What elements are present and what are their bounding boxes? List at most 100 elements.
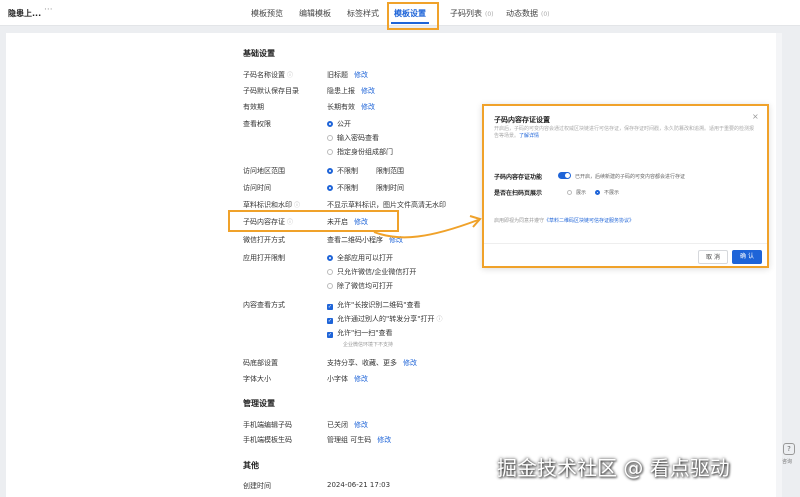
more-icon[interactable]: ···: [44, 5, 53, 15]
view-opt-forward[interactable]: ✓ 允许通过别人的"转发分享"打开 ⓘ: [327, 314, 442, 324]
edit-mobile-edit-link[interactable]: 修改: [354, 421, 368, 429]
app-opt-all[interactable]: 全部应用可以打开: [327, 253, 393, 263]
field-label: 创建时间: [243, 482, 271, 490]
option-text: 公开: [337, 120, 351, 128]
field-label: 子码内容存证 ⓘ: [243, 217, 293, 227]
confirm-button[interactable]: 确 认: [732, 250, 762, 264]
evidence-settings-dialog: 子码内容存证设置 × 开启后，子码的可变内容会通过权威区块链进行可信存证，保存存…: [482, 104, 769, 268]
agreement-link[interactable]: 《草料二维码区块链可信存证服务协议》: [544, 218, 634, 224]
radio-icon: [327, 269, 333, 275]
edit-footer-link[interactable]: 修改: [403, 359, 417, 367]
arrow-annotation-icon: [373, 215, 482, 239]
radio-icon: [567, 190, 572, 195]
option-text: 允许"扫一扫"查看: [337, 329, 393, 337]
dialog-divider: [484, 243, 767, 244]
option-text: 只允许微信/企业微信打开: [337, 268, 417, 276]
field-value: 长期有效 修改: [327, 102, 375, 112]
tab-count: (0): [485, 11, 494, 18]
help-icon[interactable]: ⓘ: [436, 316, 442, 323]
consult-label[interactable]: 咨询: [782, 458, 792, 465]
perm-opt-group[interactable]: 指定身份组成部门: [327, 147, 393, 157]
show-opt-yes[interactable]: 展示: [567, 189, 586, 196]
section-manage-title: 管理设置: [243, 399, 275, 408]
option-text: 指定身份组成部门: [337, 148, 393, 156]
label-text: 子码名称设置: [243, 71, 285, 79]
radio-icon: [327, 283, 333, 289]
radio-icon: [327, 168, 333, 174]
tab-sub-list[interactable]: 子码列表 (0): [450, 8, 494, 19]
tab-count: (0): [541, 11, 550, 18]
edit-dir-link[interactable]: 修改: [361, 87, 375, 95]
option-text: 限制范围: [376, 167, 404, 175]
time-opt-unlimited[interactable]: 不限制: [327, 183, 358, 193]
created-time: 2024-06-21 17:03: [327, 481, 391, 489]
field-label: 字体大小: [243, 375, 271, 383]
option-text: 允许通过别人的"转发分享"打开: [337, 315, 435, 323]
dialog-title: 子码内容存证设置: [494, 116, 550, 124]
tab-label: 编辑模板: [299, 9, 331, 18]
field-value: 支持分享、收藏、更多 修改: [327, 358, 417, 368]
time-opt-limited[interactable]: 限制时间: [376, 183, 404, 193]
field-label: 访问地区范围: [243, 167, 285, 175]
field-label: 内容查看方式: [243, 301, 285, 309]
tab-label-style[interactable]: 标签样式: [347, 8, 379, 19]
region-opt-unlimited[interactable]: 不限制: [327, 166, 358, 176]
field-value: 已关闭 修改: [327, 420, 368, 430]
option-text: 不限制: [337, 167, 358, 175]
field-label: 有效期: [243, 103, 264, 111]
field-label: 子码名称设置 ⓘ: [243, 70, 293, 80]
value-text: 旧标题: [327, 71, 348, 79]
value-text: 隐患上报: [327, 87, 355, 95]
help-icon[interactable]: ⓘ: [287, 219, 293, 226]
edit-mobile-gen-link[interactable]: 修改: [377, 436, 391, 444]
tab-dynamic-data[interactable]: 动态数据 (0): [506, 8, 550, 19]
region-opt-limited[interactable]: 限制范围: [376, 166, 404, 176]
edit-font-link[interactable]: 修改: [354, 375, 368, 383]
field-label: 子码默认保存目录: [243, 87, 299, 95]
learn-more-link[interactable]: 了解详情: [519, 133, 539, 139]
perm-opt-password[interactable]: 输入密码查看: [327, 133, 379, 143]
option-text: 不限制: [337, 184, 358, 192]
value-text: 长期有效: [327, 103, 355, 111]
edit-evidence-link[interactable]: 修改: [354, 218, 368, 226]
consult-icon[interactable]: ?: [783, 443, 795, 455]
tab-edit[interactable]: 编辑模板: [299, 8, 331, 19]
view-note: 企业微信环境下不支持: [343, 342, 394, 348]
radio-icon: [327, 255, 333, 261]
field-label: 访问时间: [243, 184, 271, 192]
perm-opt-public[interactable]: 公开: [327, 119, 351, 129]
cancel-button[interactable]: 取 消: [698, 250, 728, 264]
value-text: 小字体: [327, 375, 348, 383]
label-text: 草料标识和水印: [243, 201, 292, 209]
radio-icon: [327, 149, 333, 155]
field-label: 微信打开方式: [243, 236, 285, 244]
field-value: 小字体 修改: [327, 374, 368, 384]
close-icon[interactable]: ×: [752, 112, 759, 121]
section-basic-title: 基础设置: [243, 49, 275, 58]
scrollbar[interactable]: [776, 33, 782, 497]
evidence-toggle[interactable]: [558, 172, 571, 179]
toggle-hint: 已开启，后续新建的子码的可变内容都会进行存证: [575, 174, 686, 180]
tab-preview[interactable]: 模板预览: [251, 8, 283, 19]
edit-name-link[interactable]: 修改: [354, 71, 368, 79]
tab-label: 模板预览: [251, 9, 283, 18]
app-title: 隐患上...: [8, 9, 42, 18]
view-opt-scan[interactable]: ✓ 允许"扫一扫"查看: [327, 328, 392, 338]
dialog-description: 开启后，子码的可变内容会通过权威区块链进行可信存证，保存存证时间戳，永久防篡改和…: [494, 126, 756, 140]
show-on-scan-label: 是否在扫码页展示: [494, 190, 543, 197]
app-opt-except-wechat[interactable]: 除了微信均可打开: [327, 281, 393, 291]
field-value: 管理组 可生码 修改: [327, 435, 391, 445]
view-opt-longpress[interactable]: ✓ 允许"长按识别二维码"查看: [327, 300, 420, 310]
option-text: 全部应用可以打开: [337, 254, 393, 262]
help-icon[interactable]: ⓘ: [287, 72, 293, 79]
checkbox-icon: ✓: [327, 332, 333, 338]
show-opt-no[interactable]: 不展示: [595, 189, 619, 196]
value-text: 支持分享、收藏、更多: [327, 359, 397, 367]
help-icon[interactable]: ⓘ: [294, 202, 300, 209]
option-text: 限制时间: [376, 184, 404, 192]
option-text: 除了微信均可打开: [337, 282, 393, 290]
edit-validity-link[interactable]: 修改: [361, 103, 375, 111]
radio-icon: [327, 135, 333, 141]
app-opt-wechat-only[interactable]: 只允许微信/企业微信打开: [327, 267, 416, 277]
value-text: 已关闭: [327, 421, 348, 429]
